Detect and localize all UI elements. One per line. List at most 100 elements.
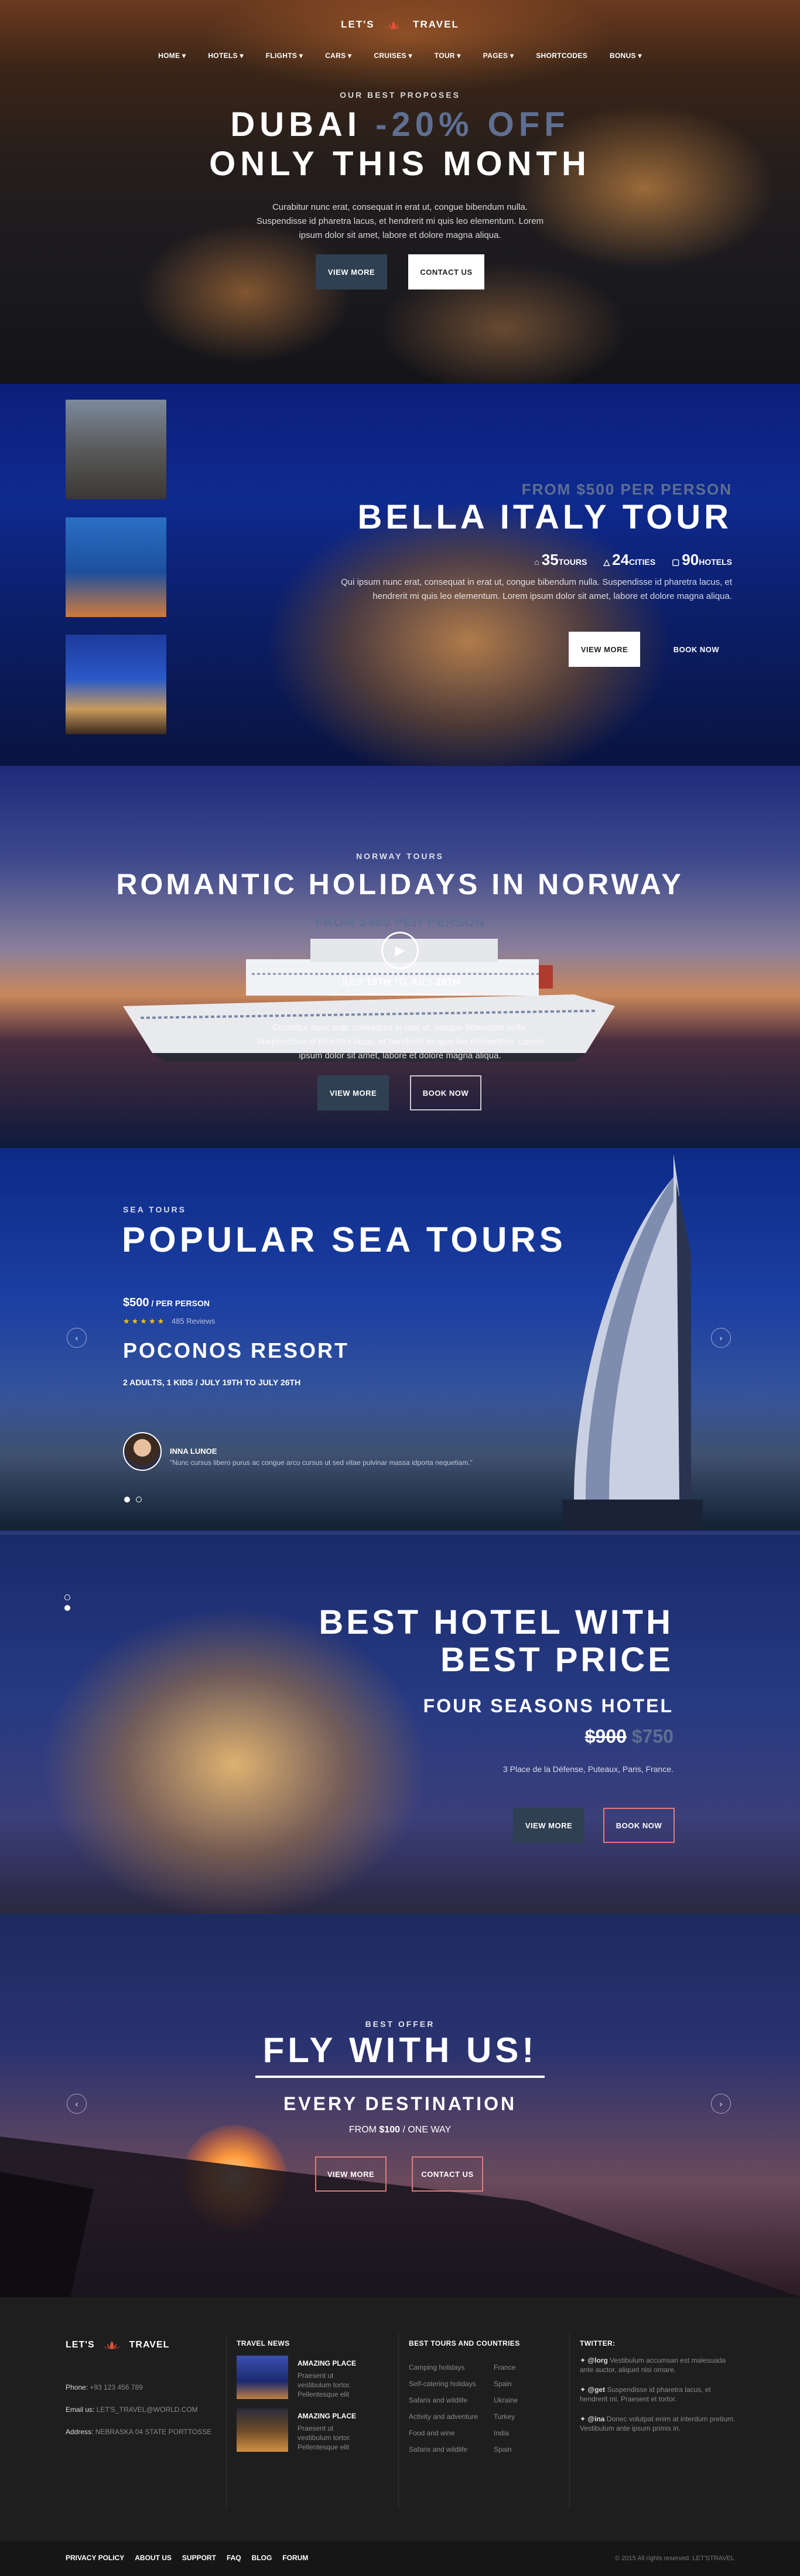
building-icon: ⌂ bbox=[534, 557, 539, 567]
footer-link-blog[interactable]: BLOG bbox=[252, 2554, 272, 2562]
date-sep: TO JULY bbox=[393, 976, 433, 987]
fly-view-more-button[interactable]: VIEW MORE bbox=[315, 2156, 387, 2192]
country-link[interactable]: Spain bbox=[494, 2441, 518, 2458]
fly-next-arrow[interactable]: › bbox=[711, 2094, 731, 2114]
slider-dot[interactable] bbox=[136, 1497, 142, 1502]
tour-link[interactable]: Food and wine bbox=[409, 2425, 479, 2441]
norway-title: ROMANTIC HOLIDAYS IN NORWAY bbox=[116, 868, 684, 901]
site-logo[interactable]: LET'S TRAVEL bbox=[0, 19, 800, 30]
footer-link-support[interactable]: SUPPORT bbox=[182, 2554, 216, 2562]
country-link[interactable]: France bbox=[494, 2359, 518, 2376]
nav-label: CRUISES bbox=[374, 52, 406, 60]
footer-logo[interactable]: LET'S TRAVEL bbox=[66, 2340, 169, 2350]
slider-dot-active[interactable] bbox=[124, 1497, 130, 1502]
news-item-title[interactable]: AMAZING PLACE bbox=[298, 2359, 356, 2367]
nav-label: CARS bbox=[325, 52, 346, 60]
main-nav: HOME ▾ HOTELS ▾ FLIGHTS ▾ CARS ▾ CRUISES… bbox=[0, 52, 800, 60]
sea-reviews[interactable]: 485 Reviews bbox=[172, 1317, 215, 1326]
hotel-view-more-button[interactable]: VIEW MORE bbox=[513, 1808, 584, 1843]
news-item-title[interactable]: AMAZING PLACE bbox=[298, 2412, 356, 2420]
nav-item-pages[interactable]: PAGES ▾ bbox=[483, 52, 514, 60]
stat-cities-label: CITIES bbox=[629, 557, 656, 567]
fly-prev-arrow[interactable]: ‹ bbox=[67, 2094, 87, 2114]
footer-divider bbox=[226, 2333, 227, 2509]
sea-next-arrow[interactable]: › bbox=[711, 1328, 731, 1348]
footer-logo-right: TRAVEL bbox=[129, 2340, 170, 2350]
phone-label: Phone: bbox=[66, 2383, 88, 2391]
play-video-button[interactable]: ▶ bbox=[381, 932, 419, 969]
thumb-vatican[interactable] bbox=[66, 635, 166, 734]
sea-kicker: SEA TOURS bbox=[123, 1205, 186, 1214]
hero-view-more-button[interactable]: VIEW MORE bbox=[316, 254, 387, 289]
hero-contact-button[interactable]: CONTACT US bbox=[408, 254, 484, 289]
twitter-bird-icon: ✦ bbox=[580, 2356, 586, 2364]
country-link[interactable]: Spain bbox=[494, 2376, 518, 2392]
tours-list: Camping holidays Self-catering holidays … bbox=[409, 2359, 479, 2458]
tweet: ✦ @get Suspendisse id pharetra lacus, et… bbox=[580, 2385, 738, 2404]
email-value[interactable]: LET'S_TRAVEL@WORLD.COM bbox=[97, 2405, 198, 2414]
hero-discount: -20% OFF bbox=[375, 105, 570, 144]
fly-contact-button[interactable]: CONTACT US bbox=[412, 2156, 483, 2192]
norway-book-now-button[interactable]: BOOK NOW bbox=[410, 1075, 481, 1110]
colosseum-image bbox=[164, 384, 750, 766]
hotel-title-line2: BEST PRICE bbox=[440, 1641, 673, 1679]
thumb-venice[interactable] bbox=[66, 517, 166, 617]
tweet-handle[interactable]: @lorg bbox=[587, 2356, 607, 2364]
norway-view-more-button[interactable]: VIEW MORE bbox=[317, 1075, 389, 1110]
sea-rating: ★★★★★ 485 Reviews bbox=[123, 1317, 215, 1326]
tour-link[interactable]: Activity and adventure bbox=[409, 2408, 479, 2425]
hotel-price: $900 $750 bbox=[469, 1726, 673, 1747]
nav-item-hotels[interactable]: HOTELS ▾ bbox=[208, 52, 243, 60]
nav-label: FLIGHTS bbox=[265, 52, 298, 60]
sea-prev-arrow[interactable]: ‹ bbox=[67, 1328, 87, 1348]
slider-dot-active[interactable] bbox=[64, 1605, 70, 1611]
resort-name: POCONOS RESORT bbox=[123, 1338, 350, 1362]
nav-item-cruises[interactable]: CRUISES ▾ bbox=[374, 52, 412, 60]
italy-book-now-button[interactable]: BOOK NOW bbox=[661, 632, 732, 667]
stat-tours-num: 35 bbox=[541, 551, 559, 568]
rating-stars-icon: ★★★★★ bbox=[123, 1317, 166, 1326]
twitter-bird-icon: ✦ bbox=[580, 2415, 586, 2423]
footer-phone: Phone: +93 123 456 789 bbox=[66, 2383, 143, 2392]
footer-link-privacy[interactable]: PRIVACY POLICY bbox=[66, 2554, 124, 2562]
sea-price: $500 / PER PERSON bbox=[123, 1296, 210, 1310]
thumb-rome[interactable] bbox=[66, 400, 166, 499]
news-thumb[interactable] bbox=[237, 2356, 288, 2399]
news-thumb[interactable] bbox=[237, 2408, 288, 2452]
chevron-right-icon: › bbox=[719, 2099, 723, 2108]
country-link[interactable]: India bbox=[494, 2425, 518, 2441]
nav-label: BONUS bbox=[610, 52, 636, 60]
city-icon: △ bbox=[603, 557, 610, 567]
slider-dot[interactable] bbox=[64, 1594, 70, 1600]
tour-link[interactable]: Safaris and wildlife bbox=[409, 2441, 479, 2458]
country-link[interactable]: Ukraine bbox=[494, 2392, 518, 2408]
nav-item-shortcodes[interactable]: SHORTCODES bbox=[536, 52, 587, 60]
nav-item-cars[interactable]: CARS ▾ bbox=[325, 52, 351, 60]
fly-price: FROM $100 / ONE WAY bbox=[0, 2125, 800, 2135]
footer-link-about[interactable]: ABOUT US bbox=[135, 2554, 172, 2562]
tweet-handle[interactable]: @get bbox=[587, 2386, 605, 2394]
tour-link[interactable]: Safaris and wildlife bbox=[409, 2392, 479, 2408]
chevron-left-icon: ‹ bbox=[75, 2099, 78, 2108]
news-title: TRAVEL NEWS bbox=[237, 2339, 290, 2347]
chevron-right-icon: › bbox=[719, 1333, 723, 1342]
footer-link-faq[interactable]: FAQ bbox=[227, 2554, 241, 2562]
footer-link-forum[interactable]: FORUM bbox=[282, 2554, 308, 2562]
tour-link[interactable]: Camping holidays bbox=[409, 2359, 479, 2376]
hotel-book-now-button[interactable]: BOOK NOW bbox=[603, 1808, 675, 1843]
italy-view-more-button[interactable]: VIEW MORE bbox=[569, 632, 640, 667]
footer-address: Address: NEBRASKA 04 STATE PORTTOSSE bbox=[66, 2427, 211, 2437]
hero-kicker: OUR BEST PROPOSES bbox=[340, 90, 460, 100]
tour-link[interactable]: Self-catering holidays bbox=[409, 2376, 479, 2392]
nav-item-bonus[interactable]: BONUS ▾ bbox=[610, 52, 642, 60]
reviewer-avatar bbox=[123, 1432, 162, 1471]
hotel-title-line1: BEST HOTEL WITH bbox=[319, 1603, 673, 1641]
fly-title-underline bbox=[255, 2076, 545, 2078]
country-link[interactable]: Turkey bbox=[494, 2408, 518, 2425]
stat-hotels-num: 90 bbox=[682, 551, 699, 568]
nav-item-flights[interactable]: FLIGHTS ▾ bbox=[266, 52, 303, 60]
reviewer-quote: "Nunc cursus libero purus ac congue arcu… bbox=[170, 1459, 473, 1467]
nav-item-tour[interactable]: TOUR ▾ bbox=[435, 52, 461, 60]
tweet-handle[interactable]: @ina bbox=[587, 2415, 604, 2423]
nav-item-home[interactable]: HOME ▾ bbox=[158, 52, 186, 60]
